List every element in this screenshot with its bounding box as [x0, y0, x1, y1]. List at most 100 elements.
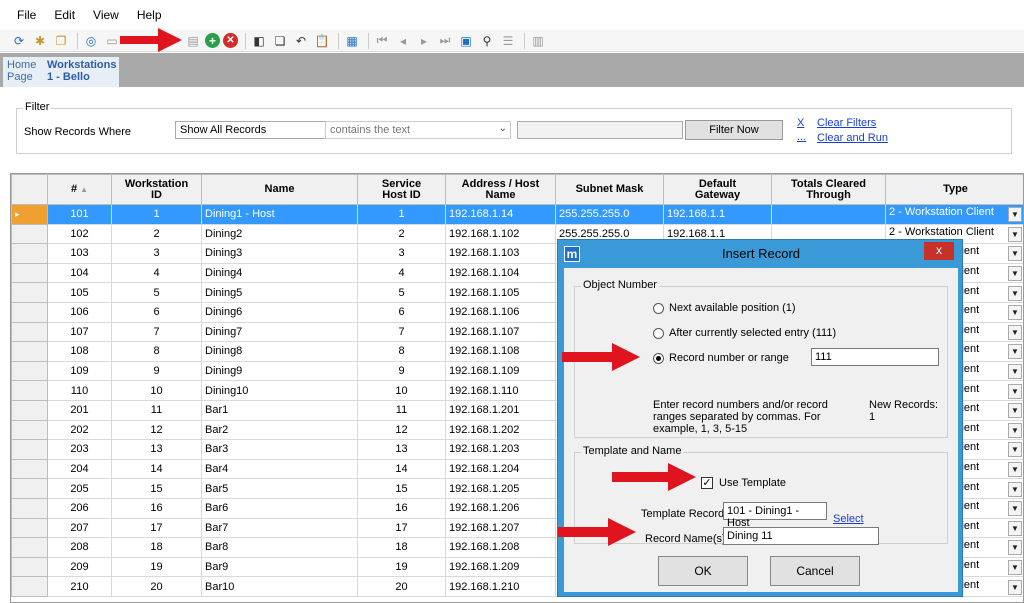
row-header[interactable] — [11, 262, 48, 284]
cell-num[interactable]: 207 — [47, 517, 112, 539]
cell-address[interactable]: 192.168.1.209 — [445, 556, 556, 578]
cell-workstation-id[interactable]: 6 — [111, 301, 202, 323]
use-template-checkbox[interactable]: ✓ — [701, 477, 713, 489]
cell-name[interactable]: Dining2 — [201, 223, 358, 245]
cell-num[interactable]: 209 — [47, 556, 112, 578]
cell-name[interactable]: Bar8 — [201, 537, 358, 558]
type-dropdown-icon[interactable]: ▼ — [1008, 305, 1022, 321]
type-dropdown-icon[interactable]: ▼ — [1008, 226, 1022, 242]
cell-name[interactable]: Bar3 — [201, 439, 358, 460]
cell-service-host[interactable]: 6 — [357, 301, 446, 323]
type-dropdown-icon[interactable]: ▼ — [1008, 501, 1022, 517]
cell-name[interactable]: Bar2 — [201, 419, 358, 441]
cell-type[interactable]: ▼ 2 - Workstation Client — [885, 204, 1023, 225]
cell-workstation-id[interactable]: 12 — [111, 419, 202, 441]
cell-num[interactable]: 208 — [47, 537, 112, 558]
cell-workstation-id[interactable]: 8 — [111, 341, 202, 362]
cell-name[interactable]: Dining7 — [201, 321, 358, 343]
clear-x-link[interactable]: X — [797, 117, 804, 129]
cell-subnet[interactable]: 255.255.255.0 — [555, 204, 664, 225]
cell-address[interactable]: 192.168.1.104 — [445, 262, 556, 284]
cell-name[interactable]: Bar4 — [201, 458, 358, 480]
cell-address[interactable]: 192.168.1.107 — [445, 321, 556, 343]
cell-workstation-id[interactable]: 18 — [111, 537, 202, 558]
type-dropdown-icon[interactable]: ▼ — [1008, 520, 1022, 536]
filter-now-button[interactable]: Filter Now — [685, 120, 783, 140]
cell-workstation-id[interactable]: 1 — [111, 204, 202, 225]
list-icon[interactable]: ☰ — [499, 32, 517, 50]
cell-name[interactable]: Dining3 — [201, 243, 358, 264]
type-dropdown-icon[interactable]: ▼ — [1008, 383, 1022, 399]
row-header[interactable] — [11, 282, 48, 303]
type-dropdown-icon[interactable]: ▼ — [1008, 559, 1022, 575]
cell-workstation-id[interactable]: 15 — [111, 478, 202, 499]
table-row[interactable]: ▸ 101 1 Dining1 - Host 1 192.168.1.14 255.255.… — [11, 204, 1023, 225]
cell-workstation-id[interactable]: 13 — [111, 439, 202, 460]
cell-address[interactable]: 192.168.1.106 — [445, 301, 556, 323]
condition-select[interactable]: contains the text ⌄ — [325, 121, 511, 139]
radio-after-selected[interactable] — [653, 328, 664, 339]
col-gateway-header[interactable]: Default Gateway — [663, 174, 772, 205]
type-dropdown-icon[interactable]: ▼ — [1008, 442, 1022, 458]
template-record-field[interactable]: 101 - Dining1 - Host — [723, 502, 827, 529]
row-header[interactable] — [11, 517, 48, 539]
col-subnet-header[interactable]: Subnet Mask — [555, 174, 664, 205]
cell-address[interactable]: 192.168.1.205 — [445, 478, 556, 499]
cell-address[interactable]: 192.168.1.109 — [445, 360, 556, 382]
col-num-header[interactable]: # ▲ — [47, 174, 112, 205]
row-header[interactable] — [11, 478, 48, 499]
ok-button[interactable]: OK — [658, 556, 748, 586]
cell-num[interactable]: 108 — [47, 341, 112, 362]
cell-num[interactable]: 106 — [47, 301, 112, 323]
cell-workstation-id[interactable]: 9 — [111, 360, 202, 382]
cell-address[interactable]: 192.168.1.105 — [445, 282, 556, 303]
col-name-header[interactable]: Name — [201, 174, 358, 205]
cell-num[interactable]: 206 — [47, 497, 112, 519]
cell-name[interactable]: Dining1 - Host — [201, 204, 358, 225]
cell-service-host[interactable]: 17 — [357, 517, 446, 539]
type-dropdown-icon[interactable]: ▼ — [1008, 462, 1022, 478]
type-dropdown-icon[interactable]: ▼ — [1008, 403, 1022, 419]
menu-edit[interactable]: Edit — [45, 0, 84, 30]
record-names-input[interactable]: Dining 11 — [723, 527, 879, 545]
menu-help[interactable]: Help — [128, 0, 171, 30]
cell-name[interactable]: Dining10 — [201, 380, 358, 401]
row-header[interactable] — [11, 341, 48, 362]
columns-icon[interactable]: ◧ — [250, 32, 268, 50]
cell-num[interactable]: 110 — [47, 380, 112, 401]
cell-address[interactable]: 192.168.1.103 — [445, 243, 556, 264]
cell-workstation-id[interactable]: 20 — [111, 576, 202, 597]
cell-num[interactable]: 204 — [47, 458, 112, 480]
row-header[interactable] — [11, 497, 48, 519]
type-dropdown-icon[interactable]: ▼ — [1008, 364, 1022, 380]
cell-num[interactable]: 102 — [47, 223, 112, 245]
cell-service-host[interactable]: 9 — [357, 360, 446, 382]
cell-name[interactable]: Bar5 — [201, 478, 358, 499]
cell-num[interactable]: 105 — [47, 282, 112, 303]
cell-name[interactable]: Bar1 — [201, 399, 358, 421]
cell-service-host[interactable]: 19 — [357, 556, 446, 578]
type-dropdown-icon[interactable]: ▼ — [1008, 422, 1022, 438]
cell-name[interactable]: Dining6 — [201, 301, 358, 323]
row-header[interactable] — [11, 576, 48, 597]
cell-name[interactable]: Bar7 — [201, 517, 358, 539]
refresh-icon[interactable]: ⟳ — [10, 32, 28, 50]
cell-address[interactable]: 192.168.1.203 — [445, 439, 556, 460]
cell-address[interactable]: 192.168.1.210 — [445, 576, 556, 597]
cell-workstation-id[interactable]: 11 — [111, 399, 202, 421]
cell-address[interactable]: 192.168.1.202 — [445, 419, 556, 441]
cell-num[interactable]: 201 — [47, 399, 112, 421]
copy-icon[interactable]: ❐ — [52, 32, 70, 50]
col-address-header[interactable]: Address / Host Name — [445, 174, 556, 205]
type-dropdown-icon[interactable]: ▼ — [1008, 246, 1022, 262]
row-header[interactable] — [11, 360, 48, 382]
cell-service-host[interactable]: 14 — [357, 458, 446, 480]
cell-workstation-id[interactable]: 3 — [111, 243, 202, 264]
type-dropdown-icon[interactable]: ▼ — [1008, 324, 1022, 340]
cell-workstation-id[interactable]: 19 — [111, 556, 202, 578]
type-dropdown-icon[interactable]: ▼ — [1008, 344, 1022, 360]
cell-num[interactable]: 104 — [47, 262, 112, 284]
cell-gateway[interactable]: 192.168.1.1 — [663, 204, 772, 225]
grid-icon[interactable]: ▥ — [529, 32, 547, 50]
type-dropdown-icon[interactable]: ▼ — [1008, 285, 1022, 301]
